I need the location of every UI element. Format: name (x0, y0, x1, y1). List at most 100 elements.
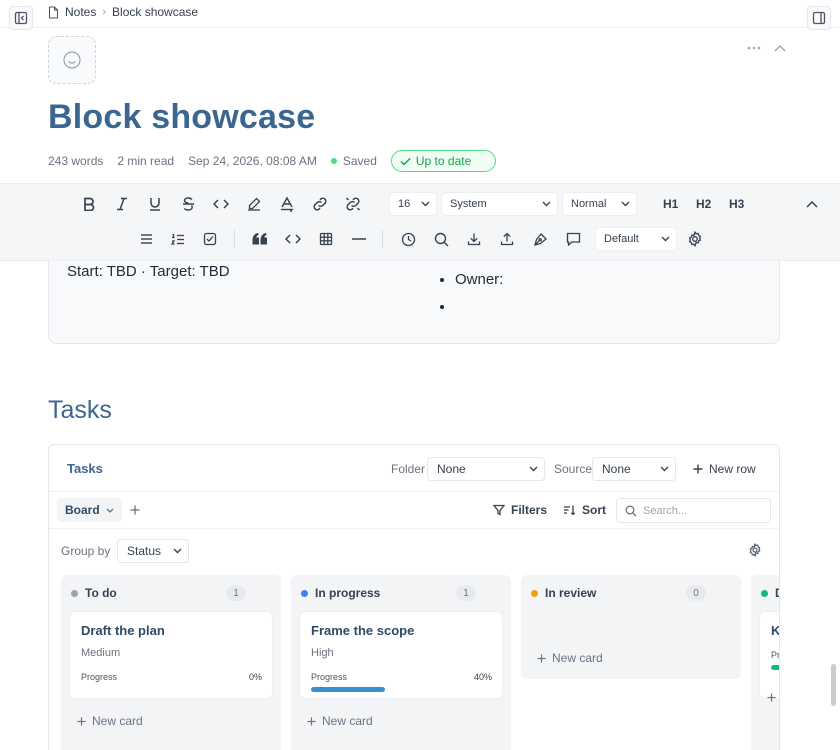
quote-icon[interactable] (249, 228, 271, 250)
database-search[interactable] (616, 498, 771, 523)
new-card-plus-icon[interactable] (767, 693, 776, 702)
list-item[interactable] (455, 298, 503, 325)
italic-icon[interactable] (111, 193, 133, 215)
plus-icon (693, 464, 703, 474)
breadcrumb-root[interactable]: Notes (65, 5, 96, 19)
folder-select[interactable]: None (427, 457, 545, 481)
database-title[interactable]: Tasks (67, 461, 103, 476)
timestamp: Sep 24, 2026, 08:08 AM (188, 154, 317, 168)
project-dates: Start: TBD · Target: TBD (67, 263, 230, 280)
chevron-down-icon (542, 201, 551, 207)
upload-share-icon[interactable] (496, 228, 518, 250)
info-bullet-list: Owner: (437, 271, 503, 325)
board-column-in-review: In review 0 New card (521, 575, 741, 679)
font-size-select[interactable]: 16 (389, 192, 437, 216)
page-meta: 243 words 2 min read Sep 24, 2026, 08:08… (48, 150, 497, 172)
breadcrumb-current[interactable]: Block showcase (112, 5, 198, 19)
toolbar-divider (382, 230, 383, 248)
info-block: Start: TBD · Target: TBD Owner: (48, 261, 780, 344)
status-dot-icon (301, 589, 308, 597)
chevron-down-icon (106, 508, 114, 513)
highlight-pen-icon[interactable] (243, 193, 265, 215)
clock-history-icon[interactable] (397, 228, 419, 250)
card-progress-label: Progress (81, 672, 118, 682)
card-progress-value: 40% (473, 672, 492, 682)
group-by-label: Group by (61, 544, 111, 558)
search-input[interactable] (643, 504, 753, 517)
comment-icon[interactable] (562, 228, 584, 250)
board-settings-gear-icon[interactable] (747, 542, 763, 558)
inline-code-icon[interactable] (210, 193, 232, 215)
add-view-plus-icon[interactable] (129, 504, 141, 516)
new-card-button[interactable]: New card (537, 651, 603, 665)
page-scrollbar[interactable] (831, 664, 836, 706)
column-header: In review (531, 586, 596, 600)
new-row-button[interactable]: New row (693, 462, 756, 476)
bullet-list-icon[interactable] (135, 228, 157, 250)
group-by-select[interactable]: Status (117, 539, 189, 563)
collapse-header-chevron-up-icon[interactable] (770, 40, 790, 56)
page-icon (48, 5, 59, 19)
settings-gear-icon[interactable] (684, 228, 706, 250)
table-icon[interactable] (315, 228, 337, 250)
heading-2-button[interactable]: H2 (696, 197, 711, 211)
status-dot-icon (71, 589, 78, 597)
bold-icon[interactable] (78, 193, 100, 215)
page-emoji-picker[interactable] (48, 36, 96, 84)
block-style-select[interactable]: Normal (562, 192, 637, 216)
column-header: In progress (301, 586, 380, 600)
card-progress-label: Pr (771, 650, 780, 660)
chevron-down-icon (660, 466, 669, 472)
code-block-icon[interactable] (282, 228, 304, 250)
plus-icon (307, 716, 316, 726)
card-title: Draft the plan (81, 623, 165, 638)
formatting-toolbar: 16 System Normal H1 H2 H3 Default (0, 183, 840, 261)
theme-select[interactable]: Default (595, 227, 677, 251)
column-header: To do (71, 586, 117, 600)
filters-button[interactable]: Filters (493, 503, 547, 517)
heading-1-button[interactable]: H1 (663, 197, 678, 211)
sort-button[interactable]: Sort (563, 503, 606, 517)
section-heading-tasks[interactable]: Tasks (48, 396, 112, 425)
source-select[interactable]: None (592, 457, 676, 481)
task-card[interactable]: Frame the scope High Progress 40% (299, 611, 503, 699)
horizontal-rule-icon[interactable] (348, 228, 370, 250)
saved-status: Saved (330, 154, 377, 168)
tasks-database: Tasks Folder None Source None New row Bo… (48, 444, 780, 750)
search-icon[interactable] (430, 228, 452, 250)
heading-3-button[interactable]: H3 (729, 197, 744, 211)
collapse-sidebar-right-icon[interactable] (807, 6, 831, 30)
pen-nib-icon[interactable] (529, 228, 551, 250)
card-priority: Medium (81, 647, 121, 659)
column-header: D (761, 586, 779, 600)
task-card[interactable]: Draft the plan Medium Progress 0% (69, 611, 273, 699)
collapse-sidebar-left-icon[interactable] (9, 6, 33, 30)
plus-icon (77, 716, 86, 726)
smile-icon (63, 51, 81, 69)
progress-bar-fill (771, 665, 779, 670)
card-title: K (771, 623, 780, 638)
sort-icon (564, 505, 576, 516)
new-card-button[interactable]: New card (77, 714, 143, 728)
list-item[interactable]: Owner: (455, 271, 503, 298)
font-family-select[interactable]: System (441, 192, 558, 216)
underline-icon[interactable] (144, 193, 166, 215)
checklist-icon[interactable] (199, 228, 221, 250)
folder-label: Folder (391, 462, 426, 476)
breadcrumb: Notes › Block showcase (48, 5, 198, 19)
task-card[interactable]: K Pr (759, 611, 780, 699)
text-color-icon[interactable] (276, 193, 298, 215)
more-options-icon[interactable] (744, 40, 764, 56)
new-card-button[interactable]: New card (307, 714, 373, 728)
numbered-list-icon[interactable] (167, 228, 189, 250)
download-icon[interactable] (463, 228, 485, 250)
collapse-toolbar-chevron-up-icon[interactable] (801, 193, 823, 215)
strikethrough-icon[interactable] (177, 193, 199, 215)
source-label: Source (554, 462, 593, 476)
card-progress-label: Progress (311, 672, 348, 682)
page-title[interactable]: Block showcase (48, 98, 315, 137)
chevron-down-icon (421, 201, 430, 207)
link-icon[interactable] (309, 193, 331, 215)
unlink-icon[interactable] (342, 193, 364, 215)
view-tab-board[interactable]: Board (57, 498, 122, 522)
